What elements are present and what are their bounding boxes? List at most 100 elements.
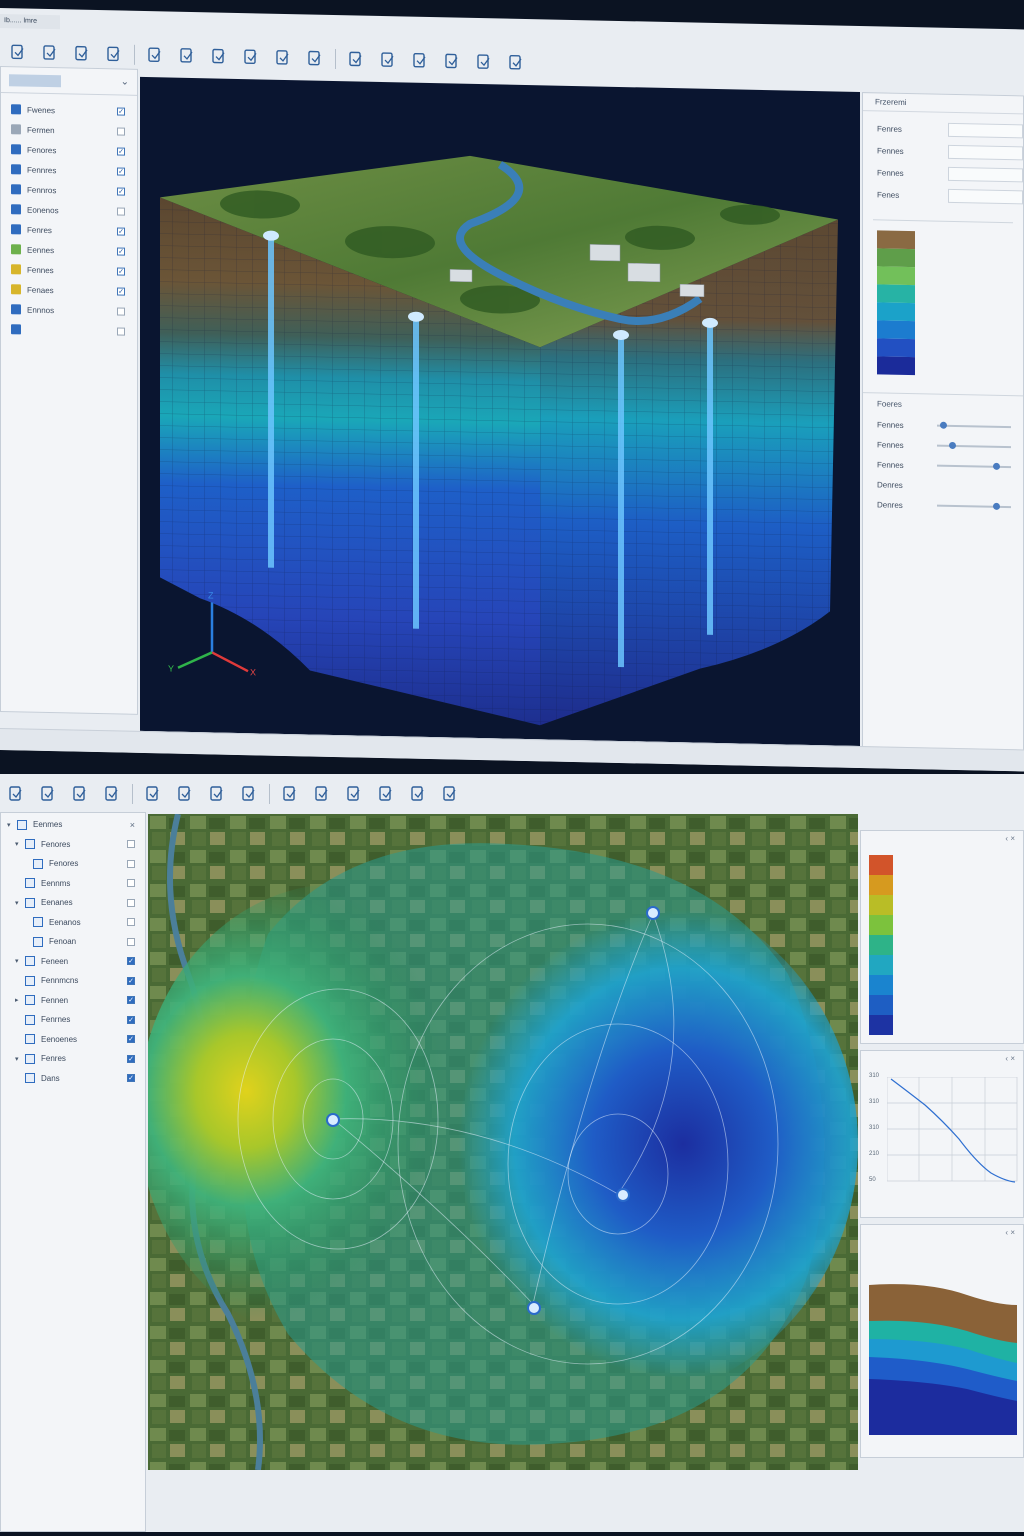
document-icon[interactable]: [404, 46, 436, 75]
expand-arrow-icon[interactable]: ▾: [15, 840, 25, 848]
axis-edit-icon[interactable]: [139, 41, 171, 70]
layer-item[interactable]: Fwenes ✓: [1, 99, 137, 122]
property-input[interactable]: [948, 166, 1023, 183]
map-layer-item[interactable]: Fennmcns ✓: [1, 971, 145, 991]
layer-dropdown-label[interactable]: [9, 73, 61, 87]
close-icon[interactable]: ×: [1010, 1054, 1015, 1063]
property-input[interactable]: [948, 188, 1023, 205]
pin-icon[interactable]: ‹: [1005, 1228, 1008, 1237]
map-layer-checkbox[interactable]: [127, 879, 135, 888]
layer-item[interactable]: Fennes ✓: [1, 259, 137, 282]
slider-track[interactable]: [937, 462, 1011, 470]
slider-track[interactable]: [937, 421, 1011, 429]
chevron-down-icon[interactable]: ⌄: [121, 77, 129, 88]
layer-visibility-checkbox[interactable]: ✓: [117, 287, 125, 296]
slider-thumb[interactable]: [940, 421, 948, 429]
3d-model-viewport[interactable]: Z X Y: [140, 76, 860, 747]
map-layer-checkbox[interactable]: [127, 859, 135, 868]
map-layer-checkbox[interactable]: ✓: [127, 1054, 135, 1063]
map-layer-item[interactable]: Eennms: [1, 874, 145, 894]
slider-track[interactable]: [937, 441, 1011, 450]
close-icon[interactable]: ×: [1010, 834, 1015, 843]
document-copy-icon[interactable]: [96, 780, 128, 808]
layer-item[interactable]: Fenres ✓: [1, 219, 137, 242]
map-layer-item[interactable]: Fenores: [1, 854, 145, 874]
map-layer-item[interactable]: Fenoan: [1, 932, 145, 952]
map-layer-checkbox[interactable]: ✓: [127, 1035, 135, 1044]
map-layer-checkbox[interactable]: ✓: [127, 976, 135, 985]
expand-arrow-icon[interactable]: ▾: [15, 1055, 25, 1063]
map-layer-item[interactable]: ▸ Fennen ✓: [1, 991, 145, 1011]
map-layer-item[interactable]: Dans ✓: [1, 1069, 145, 1089]
property-input[interactable]: [948, 144, 1023, 161]
layer-visibility-checkbox[interactable]: ✓: [117, 147, 125, 156]
document-export-icon[interactable]: [64, 780, 96, 808]
property-input[interactable]: [948, 122, 1023, 139]
close-icon[interactable]: ×: [130, 820, 135, 830]
map-layer-checkbox[interactable]: ✓: [127, 996, 135, 1005]
map-layer-item[interactable]: ▾ Feneen ✓: [1, 952, 145, 972]
map-layer-checkbox[interactable]: [127, 918, 135, 927]
slider-thumb[interactable]: [992, 462, 1000, 470]
document-icon[interactable]: [402, 780, 434, 808]
layer-item[interactable]: Fenores ✓: [1, 139, 137, 162]
layer-visibility-checkbox[interactable]: [117, 327, 125, 336]
document-copy-icon[interactable]: [436, 47, 468, 76]
map-layer-item[interactable]: ▾ Fenores: [1, 835, 145, 855]
document-zoom-icon[interactable]: [434, 780, 466, 808]
map-layer-checkbox[interactable]: ✓: [127, 1015, 135, 1024]
map-layer-item[interactable]: Eenoenes ✓: [1, 1030, 145, 1050]
layer-item[interactable]: [1, 319, 137, 342]
map-layer-checkbox[interactable]: [127, 898, 135, 907]
layer-visibility-checkbox[interactable]: ✓: [117, 167, 125, 176]
slider-thumb[interactable]: [949, 441, 957, 450]
document-list-icon[interactable]: [468, 48, 500, 77]
map-layer-item[interactable]: ▾ Fenres ✓: [1, 1049, 145, 1069]
select-icon[interactable]: [2, 38, 34, 67]
axis-edit-icon[interactable]: [274, 780, 306, 808]
layer-visibility-checkbox[interactable]: ✓: [117, 247, 125, 256]
expand-arrow-icon[interactable]: ▾: [15, 957, 25, 965]
search-icon[interactable]: [370, 780, 402, 808]
pin-icon[interactable]: ‹: [1005, 834, 1008, 843]
layer-visibility-checkbox[interactable]: [117, 127, 125, 136]
layer-item[interactable]: Ennnos: [1, 299, 137, 322]
layer-item[interactable]: Fennros ✓: [1, 179, 137, 202]
pencil-icon[interactable]: [235, 43, 267, 72]
slider-track[interactable]: [937, 502, 1011, 510]
expand-arrow-icon[interactable]: ▾: [15, 899, 25, 907]
map-layer-item[interactable]: ▾ Eenanes: [1, 893, 145, 913]
close-icon[interactable]: ×: [1010, 1228, 1015, 1237]
slider-thumb[interactable]: [992, 502, 1000, 510]
layer-item[interactable]: Fenaes ✓: [1, 279, 137, 302]
pin-icon[interactable]: ‹: [1005, 1054, 1008, 1063]
map-layer-item[interactable]: ▾ Eenmes ×: [1, 815, 145, 835]
document-search-icon[interactable]: [32, 780, 64, 808]
layer-visibility-checkbox[interactable]: [117, 307, 125, 316]
map-layer-checkbox[interactable]: [127, 937, 135, 946]
layer-visibility-checkbox[interactable]: ✓: [117, 227, 125, 236]
map-layer-checkbox[interactable]: ✓: [127, 1074, 135, 1083]
edit-icon[interactable]: [500, 48, 532, 77]
zoom-document-icon[interactable]: [171, 42, 203, 71]
map-viewport[interactable]: [148, 814, 858, 1470]
map-layer-item[interactable]: Eenanos: [1, 913, 145, 933]
page-icon[interactable]: [299, 44, 331, 73]
zoom-icon[interactable]: [267, 44, 299, 73]
layers-icon[interactable]: [201, 780, 233, 808]
layer-visibility-checkbox[interactable]: ✓: [117, 107, 125, 116]
zoom-document-icon[interactable]: [137, 780, 169, 808]
document-edit-icon[interactable]: [233, 780, 265, 808]
search-magnifier-icon[interactable]: [372, 46, 404, 75]
collapse-arrow-icon[interactable]: ▸: [15, 996, 25, 1004]
document-tool-icon[interactable]: [203, 42, 235, 71]
layer-visibility-checkbox[interactable]: ✓: [117, 267, 125, 276]
document-search-icon[interactable]: [66, 39, 98, 68]
magic-wand-icon[interactable]: [338, 780, 370, 808]
layer-item[interactable]: Eonenos: [1, 199, 137, 222]
layer-item[interactable]: Fermen: [1, 119, 137, 142]
layer-item[interactable]: Eennes ✓: [1, 239, 137, 262]
page-icon[interactable]: [306, 780, 338, 808]
layer-visibility-checkbox[interactable]: [117, 207, 125, 216]
layer-item[interactable]: Fennres ✓: [1, 159, 137, 182]
